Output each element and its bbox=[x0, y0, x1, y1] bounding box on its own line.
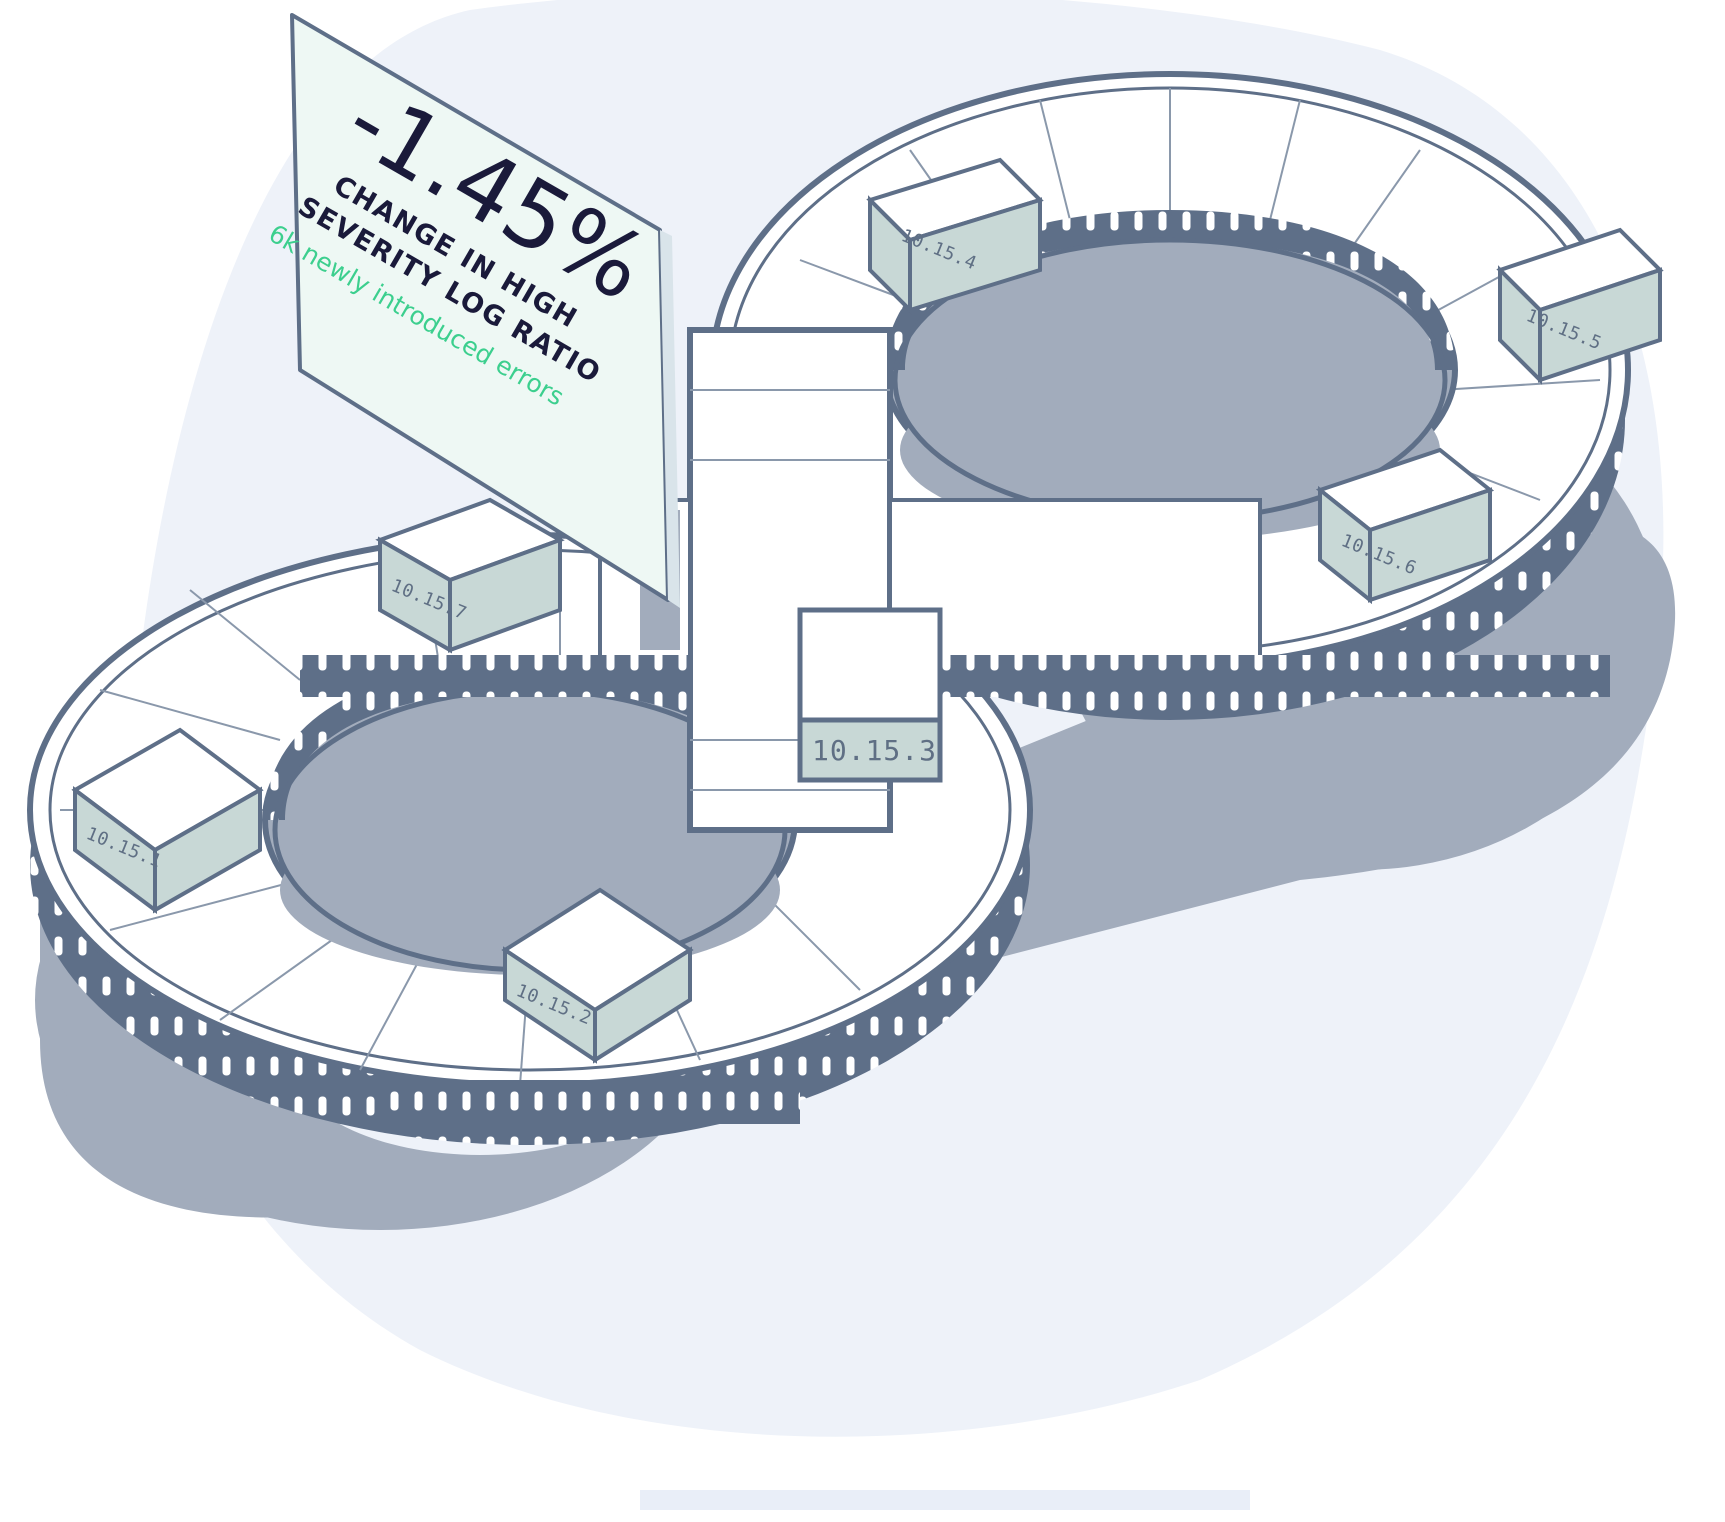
box-label: 10.15.3 bbox=[812, 734, 937, 767]
infinity-conveyor-illustration: 10.15.4 10.15.5 10.15.6 10.15.7 10.15.3 … bbox=[27, 0, 1676, 1510]
box-10-15-3: 10.15.3 bbox=[797, 607, 943, 783]
